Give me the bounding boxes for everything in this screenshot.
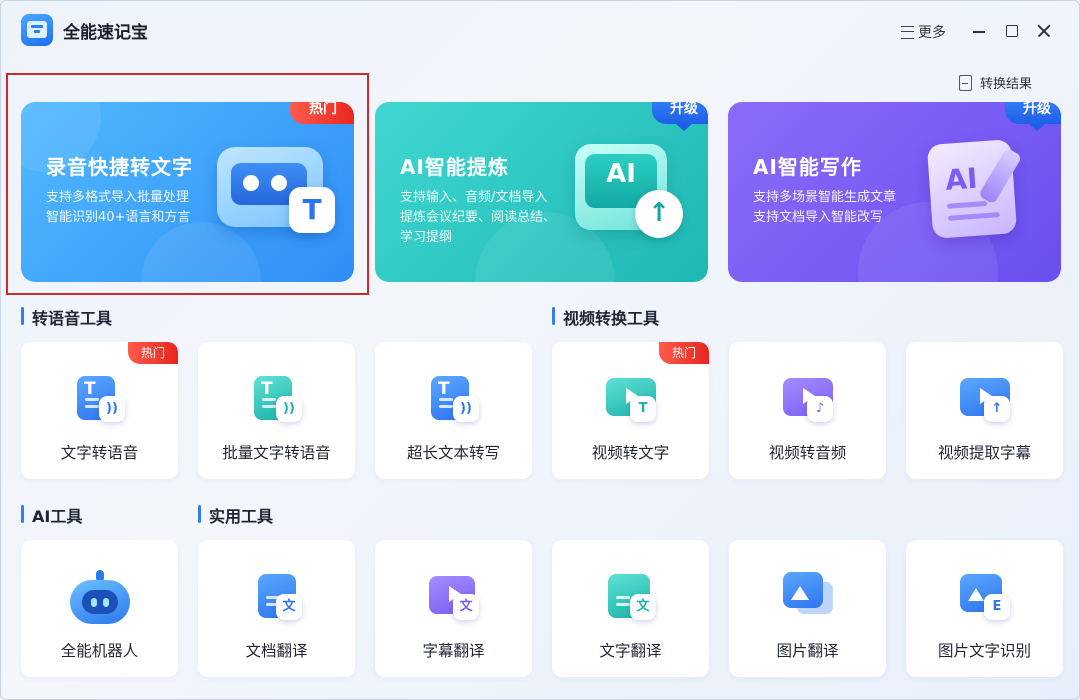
tool-batch-text-to-speech[interactable]: T )) 批量文字转语音 [198, 342, 355, 479]
feature-description: 支持多格式导入批量处理 智能识别40+语言和方言 [46, 190, 191, 225]
feature-card-ai-extract[interactable]: AI智能提炼 支持输入、音频/文档导入 提炼会议纪要、阅读总结、 学习提纲 AI ↑… [375, 102, 708, 282]
feature-card-ai-writing[interactable]: AI智能写作 支持多场景智能生成文章 支持文档导入智能改写 AI 升级 [728, 102, 1061, 282]
tool-subtitle-translate[interactable]: 文 字幕翻译 [375, 540, 532, 677]
tool-label: 视频转音频 [768, 444, 847, 462]
robot-icon [67, 570, 133, 624]
long-text-icon: T )) [429, 372, 479, 426]
tool-video-to-text[interactable]: T 视频转文字 热门 [552, 342, 709, 479]
image-ocr-icon: E [960, 570, 1010, 624]
video-to-audio-icon: ♪ [783, 372, 833, 426]
app-window: 全能速记宝 更多 转换结果 录音快捷转文字 支持多格式导入批量处理 智能识别40+… [0, 0, 1080, 700]
tool-label: 字幕翻译 [422, 642, 485, 660]
ai-screen-icon: AI ↑ [575, 144, 683, 238]
tool-label: 图片翻译 [776, 642, 839, 660]
feature-title: 录音快捷转文字 [46, 155, 193, 179]
tool-label: 全能机器人 [60, 642, 139, 660]
tool-label: 视频提取字幕 [937, 444, 1031, 462]
tool-label: 文字转语音 [60, 444, 139, 462]
title-bar: 全能速记宝 更多 [1, 1, 1079, 63]
video-to-text-icon: T [606, 372, 656, 426]
tool-image-translate[interactable]: 图片翻译 [729, 540, 886, 677]
tool-label: 文档翻译 [245, 642, 308, 660]
hot-badge: 热门 [128, 342, 178, 364]
text-t-icon: T [289, 187, 335, 233]
app-logo-icon [21, 14, 53, 46]
image-translate-icon [783, 570, 833, 624]
tool-video-extract-subtitles[interactable]: ↑ 视频提取字幕 [906, 342, 1063, 479]
upload-arrow-icon: ↑ [635, 190, 683, 238]
section-video-tools: 视频转换工具 [552, 305, 659, 329]
section-ai-tools: AI工具 [21, 503, 82, 527]
tool-label: 图片文字识别 [937, 642, 1031, 660]
tool-long-text-transcribe[interactable]: T )) 超长文本转写 [375, 342, 532, 479]
more-button[interactable]: 更多 [901, 22, 946, 42]
tool-video-to-audio[interactable]: ♪ 视频转音频 [729, 342, 886, 479]
close-icon[interactable] [1034, 21, 1054, 41]
cassette-icon: T [217, 147, 335, 233]
app-title: 全能速记宝 [63, 23, 148, 43]
feature-title: AI智能写作 [753, 155, 862, 179]
minimize-icon[interactable] [969, 21, 989, 41]
tool-document-translate[interactable]: 文 文档翻译 [198, 540, 355, 677]
feature-description: 支持多场景智能生成文章 支持文档导入智能改写 [753, 190, 897, 225]
menu-icon [901, 25, 914, 39]
tool-text-to-speech[interactable]: T )) 文字转语音 热门 [21, 342, 178, 479]
hot-badge: 热门 [290, 102, 354, 124]
tool-image-text-ocr[interactable]: E 图片文字识别 [906, 540, 1063, 677]
document-icon [959, 74, 972, 91]
text-to-speech-icon: T )) [75, 372, 125, 426]
conversion-results-button[interactable]: 转换结果 [959, 73, 1032, 92]
feature-card-recording-to-text[interactable]: 录音快捷转文字 支持多格式导入批量处理 智能识别40+语言和方言 T 热门 [21, 102, 354, 282]
section-utility-tools: 实用工具 [198, 503, 273, 527]
tool-label: 超长文本转写 [406, 444, 500, 462]
more-label: 更多 [918, 25, 946, 41]
document-translate-icon: 文 [252, 570, 302, 624]
feature-title: AI智能提炼 [400, 155, 509, 179]
feature-description: 支持输入、音频/文档导入 提炼会议纪要、阅读总结、 学习提纲 [400, 190, 557, 245]
tool-text-translate[interactable]: 文 文字翻译 [552, 540, 709, 677]
subtitle-translate-icon: 文 [429, 570, 479, 624]
upgrade-badge: 升级 [1005, 102, 1061, 131]
pen-icon [978, 147, 1023, 205]
tool-label: 视频转文字 [591, 444, 670, 462]
batch-text-to-speech-icon: T )) [252, 372, 302, 426]
tool-label: 文字翻译 [599, 642, 662, 660]
upgrade-badge: 升级 [652, 102, 708, 131]
hot-badge: 热门 [659, 342, 709, 364]
section-voice-tools: 转语音工具 [21, 305, 112, 329]
tool-label: 批量文字转语音 [222, 444, 331, 462]
maximize-icon[interactable] [1002, 21, 1022, 41]
conversion-results-label: 转换结果 [980, 77, 1033, 92]
text-translate-icon: 文 [606, 570, 656, 624]
ai-writing-paper-icon: AI [926, 139, 1023, 239]
video-subtitle-icon: ↑ [960, 372, 1010, 426]
tool-all-in-one-robot[interactable]: 全能机器人 [21, 540, 178, 677]
